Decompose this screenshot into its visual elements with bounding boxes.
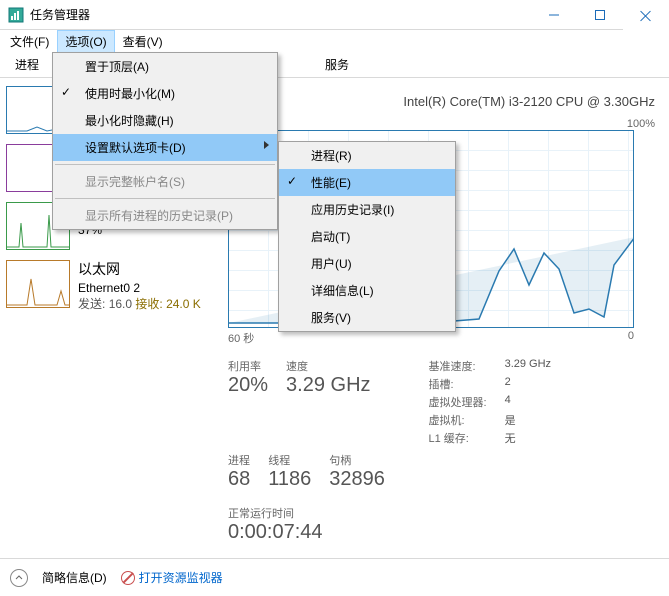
- thread-value: 1186: [268, 468, 311, 491]
- options-menu-dropdown: 置于顶层(A) ✓ 使用时最小化(M) 最小化时隐藏(H) 设置默认选项卡(D)…: [52, 52, 278, 230]
- close-button[interactable]: [623, 0, 669, 30]
- tab-processes[interactable]: 进程: [4, 51, 50, 77]
- send-value: 16.0: [109, 297, 132, 311]
- menu-view[interactable]: 查看(V): [115, 30, 171, 53]
- resmon-icon: [121, 571, 135, 585]
- minimize-button[interactable]: [531, 0, 577, 30]
- sidebar-item-ethernet[interactable]: 以太网 Ethernet0 2 发送: 16.0 接收: 24.0 K: [6, 260, 214, 313]
- check-icon: ✓: [61, 85, 71, 99]
- menu-separator: [55, 198, 275, 199]
- ethernet-throughput: 发送: 16.0 接收: 24.0 K: [78, 296, 201, 313]
- vm-value: 是: [505, 412, 551, 428]
- proc-value: 68: [228, 468, 250, 491]
- chevron-up-icon[interactable]: [10, 569, 28, 587]
- menuitem-show-history-all: 显示所有进程的历史记录(P): [53, 202, 277, 229]
- speed-value: 3.29 GHz: [286, 374, 370, 397]
- app-icon: [8, 7, 24, 23]
- menuitem-set-default-tab[interactable]: 设置默认选项卡(D): [53, 134, 277, 161]
- handle-label: 句柄: [329, 452, 385, 468]
- check-icon: ✓: [287, 174, 297, 188]
- logical-label: 虚拟处理器:: [429, 394, 487, 410]
- menuitem-hide-when-minimized[interactable]: 最小化时隐藏(H): [53, 107, 277, 134]
- sockets-value: 2: [505, 376, 551, 392]
- submenu-performance[interactable]: ✓ 性能(E): [279, 169, 455, 196]
- submenu-startup[interactable]: 启动(T): [279, 223, 455, 250]
- submenu-processes[interactable]: 进程(R): [279, 142, 455, 169]
- uptime-value: 0:00:07:44: [228, 521, 655, 544]
- fewer-details-link[interactable]: 简略信息(D): [42, 569, 107, 586]
- menuitem-show-full-account: 显示完整帐户名(S): [53, 168, 277, 195]
- menu-options[interactable]: 选项(O): [57, 30, 114, 53]
- resmon-label: 打开资源监视器: [139, 569, 223, 586]
- menu-bar: 文件(F) 选项(O) 查看(V): [0, 30, 669, 52]
- base-label: 基准速度:: [429, 358, 487, 374]
- thread-label: 线程: [268, 452, 311, 468]
- submenu-details[interactable]: 详细信息(L): [279, 277, 455, 304]
- ethernet-thumb: [6, 260, 70, 308]
- handle-value: 32896: [329, 468, 385, 491]
- footer: 简略信息(D) 打开资源监视器: [0, 558, 669, 596]
- l1-value: 无: [505, 430, 551, 446]
- util-value: 20%: [228, 374, 268, 397]
- tab-services[interactable]: 服务: [314, 51, 360, 77]
- util-label: 利用率: [228, 358, 268, 374]
- speed-label: 速度: [286, 358, 370, 374]
- menu-separator: [55, 164, 275, 165]
- submenu-users[interactable]: 用户(U): [279, 250, 455, 277]
- submenu-app-history[interactable]: 应用历史记录(I): [279, 196, 455, 223]
- menuitem-always-on-top[interactable]: 置于顶层(A): [53, 53, 277, 80]
- window-title: 任务管理器: [30, 6, 531, 23]
- uptime-label: 正常运行时间: [228, 505, 655, 521]
- cpu-model: Intel(R) Core(TM) i3-2120 CPU @ 3.30GHz: [403, 94, 655, 109]
- send-label: 发送:: [78, 297, 105, 311]
- base-value: 3.29 GHz: [505, 358, 551, 374]
- vm-label: 虚拟机:: [429, 412, 487, 428]
- recv-value: 24.0 K: [166, 297, 201, 311]
- recv-label: 接收:: [135, 297, 162, 311]
- l1-label: L1 缓存:: [429, 430, 487, 446]
- open-resmon-link[interactable]: 打开资源监视器: [121, 569, 223, 586]
- ethernet-adapter: Ethernet0 2: [78, 280, 201, 297]
- proc-label: 进程: [228, 452, 250, 468]
- ethernet-name: 以太网: [78, 260, 201, 280]
- chart-scale-top: 100%: [228, 118, 655, 130]
- menuitem-minimize-on-use[interactable]: ✓ 使用时最小化(M): [53, 80, 277, 107]
- menu-file[interactable]: 文件(F): [2, 30, 57, 53]
- submenu-services[interactable]: 服务(V): [279, 304, 455, 331]
- maximize-button[interactable]: [577, 0, 623, 30]
- submenu-arrow-icon: [264, 141, 269, 149]
- default-tab-submenu: 进程(R) ✓ 性能(E) 应用历史记录(I) 启动(T) 用户(U) 详细信息…: [278, 141, 456, 332]
- x-left: 60 秒: [228, 330, 254, 346]
- x-right: 0: [628, 330, 634, 346]
- title-bar: 任务管理器: [0, 0, 669, 30]
- logical-value: 4: [505, 394, 551, 410]
- sockets-label: 插槽:: [429, 376, 487, 392]
